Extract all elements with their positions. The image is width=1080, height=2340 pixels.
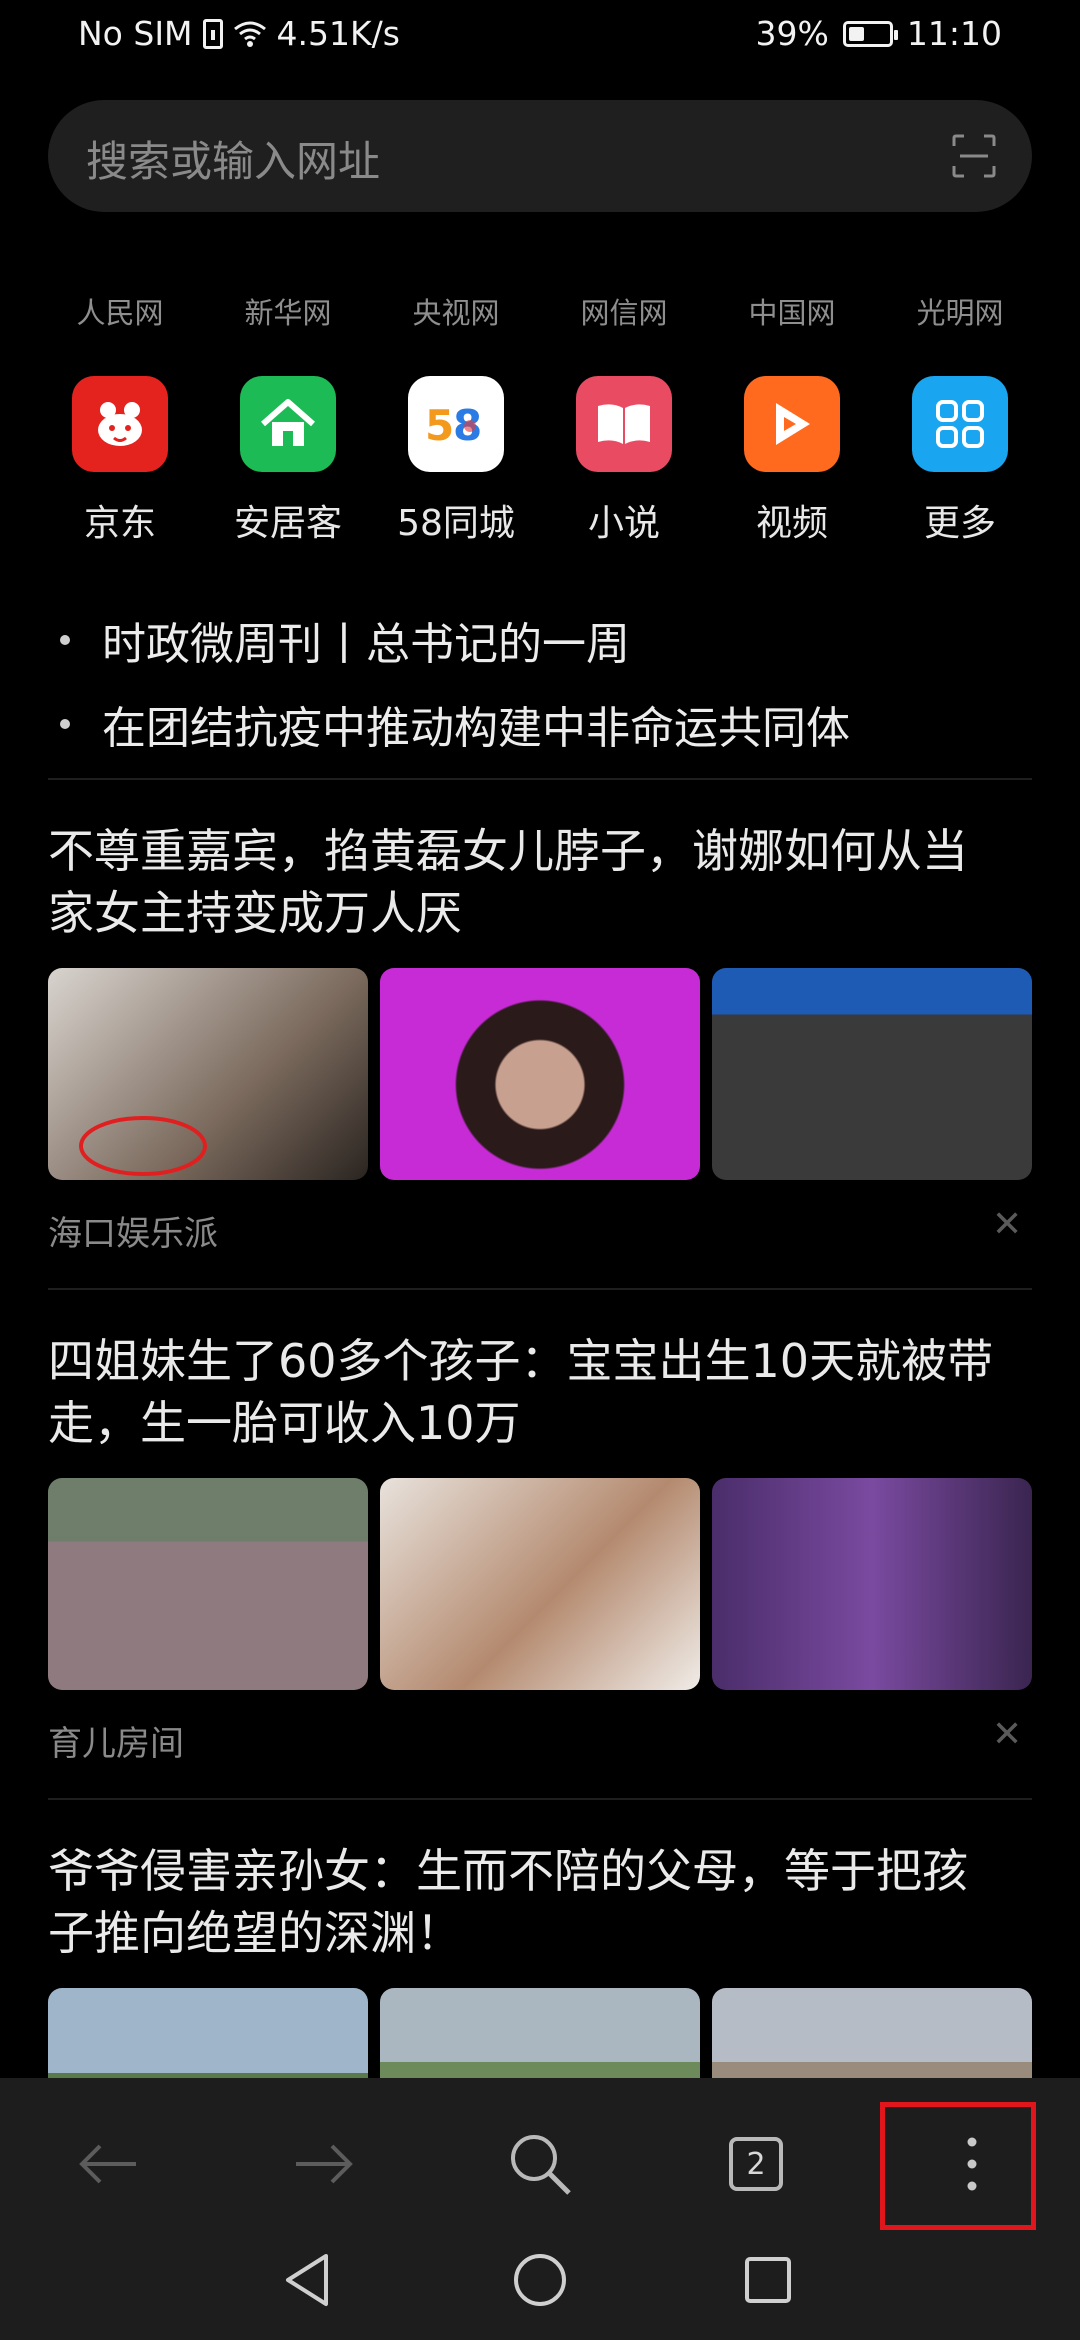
news-item-title[interactable]: 不尊重嘉宾，掐黄磊女儿脖子，谢娜如何从当 家女主持变成万人厌 [48,820,1038,944]
battery-fill [848,26,864,41]
svg-text:5: 5 [425,401,454,448]
status-right: 39% 11:10 [756,14,1002,53]
news-source: 育儿房间 [48,1724,184,1764]
site-link[interactable]: 人民网 [36,290,204,332]
app-jd[interactable]: 京东 [36,376,204,546]
bullet-icon [60,635,70,645]
sim-icon [202,18,223,49]
news-title-line: 家女主持变成万人厌 [48,886,462,940]
nav-back-button[interactable] [268,2240,348,2320]
news-image [380,1478,700,1690]
nav-recents-button[interactable] [728,2240,808,2320]
status-bar: No SIM 4.51K/s 39% 11:10 [0,0,1080,72]
hot-topics: 时政微周刊丨总书记的一周 在团结抗疫中推动构建中非命运共同体 [60,598,850,766]
network-speed: 4.51K/s [276,14,400,53]
news-title-line: 爷爷侵害亲孙女：生而不陪的父母，等于把孩 [48,1844,968,1898]
battery-percent: 39% [755,14,829,53]
tab-count: 2 [729,2137,783,2191]
app-novel[interactable]: 小说 [540,376,708,546]
site-links: 人民网 新华网 央视网 网信网 中国网 光明网 [0,290,1080,332]
news-title-line: 不尊重嘉宾，掐黄磊女儿脖子，谢娜如何从当 [48,824,968,878]
app-label: 更多 [923,503,996,544]
app-label: 安居客 [233,503,342,544]
nav-recents-icon [745,2257,791,2303]
nav-home-icon [514,2254,566,2306]
scan-icon[interactable] [952,134,996,178]
site-link[interactable]: 光明网 [876,290,1044,332]
divider [48,778,1032,780]
hot-topic-item[interactable]: 在团结抗疫中推动构建中非命运共同体 [60,682,850,766]
news-thumbnails[interactable] [48,968,1032,1180]
app-more[interactable]: 更多 [876,376,1044,546]
app-shortcuts: 京东 安居客 58 58同城 小说 视频 更多 [36,376,1044,546]
app-58[interactable]: 58 58同城 [372,376,540,546]
app-label: 视频 [755,503,828,544]
news-title-line: 走，生一胎可收入10万 [48,1396,521,1450]
site-link[interactable]: 央视网 [372,290,540,332]
news-image [380,968,700,1180]
carrier-text: No SIM [78,14,193,53]
app-video[interactable]: 视频 [708,376,876,546]
search-bar[interactable]: 搜索或输入网址 [48,100,1032,212]
news-title-line: 子推向绝望的深渊！ [48,1906,462,1960]
wifi-icon [233,21,266,47]
site-link[interactable]: 网信网 [540,290,708,332]
news-item-title[interactable]: 四姐妹生了60多个孩子：宝宝出生10天就被带 走，生一胎可收入10万 [48,1330,1038,1454]
forward-arrow-icon [296,2144,353,2184]
jd-icon [72,376,168,472]
search-icon [511,2135,571,2195]
news-image [48,968,368,1180]
news-item-title[interactable]: 爷爷侵害亲孙女：生而不陪的父母，等于把孩 子推向绝望的深渊！ [48,1840,1038,1964]
news-image [48,1478,368,1690]
divider [48,1798,1032,1800]
search-button[interactable] [494,2118,586,2210]
grid-icon [912,376,1008,472]
house-icon [240,376,336,472]
hot-topic-text: 在团结抗疫中推动构建中非命运共同体 [102,703,850,754]
search-placeholder: 搜索或输入网址 [86,137,381,186]
bullet-icon [60,719,70,729]
news-thumbnails[interactable] [48,1478,1032,1690]
close-icon[interactable]: ✕ [992,1714,1022,1755]
back-arrow-icon [79,2144,136,2184]
play-icon [744,376,840,472]
site-link[interactable]: 中国网 [708,290,876,332]
58-icon: 58 [408,376,504,472]
highlight-box [880,2102,1036,2230]
clock: 11:10 [906,14,1002,53]
news-title-line: 四姐妹生了60多个孩子：宝宝出生10天就被带 [48,1334,994,1388]
news-image [712,1478,1032,1690]
nav-back-icon [286,2254,328,2306]
status-left: No SIM 4.51K/s [78,14,400,53]
site-link[interactable]: 新华网 [204,290,372,332]
hot-topic-text: 时政微周刊丨总书记的一周 [102,619,630,670]
battery-icon [842,20,898,47]
app-anjuke[interactable]: 安居客 [204,376,372,546]
close-icon[interactable]: ✕ [992,1204,1022,1245]
back-button[interactable] [62,2118,154,2210]
book-icon [576,376,672,472]
divider [48,1288,1032,1290]
news-image [712,968,1032,1180]
hot-topic-item[interactable]: 时政微周刊丨总书记的一周 [60,598,850,682]
nav-home-button[interactable] [500,2240,580,2320]
news-source: 海口娱乐派 [48,1214,218,1254]
app-label: 58同城 [397,503,515,544]
forward-button[interactable] [278,2118,370,2210]
app-label: 小说 [587,503,660,544]
app-label: 京东 [83,503,156,544]
tabs-button[interactable]: 2 [710,2118,802,2210]
